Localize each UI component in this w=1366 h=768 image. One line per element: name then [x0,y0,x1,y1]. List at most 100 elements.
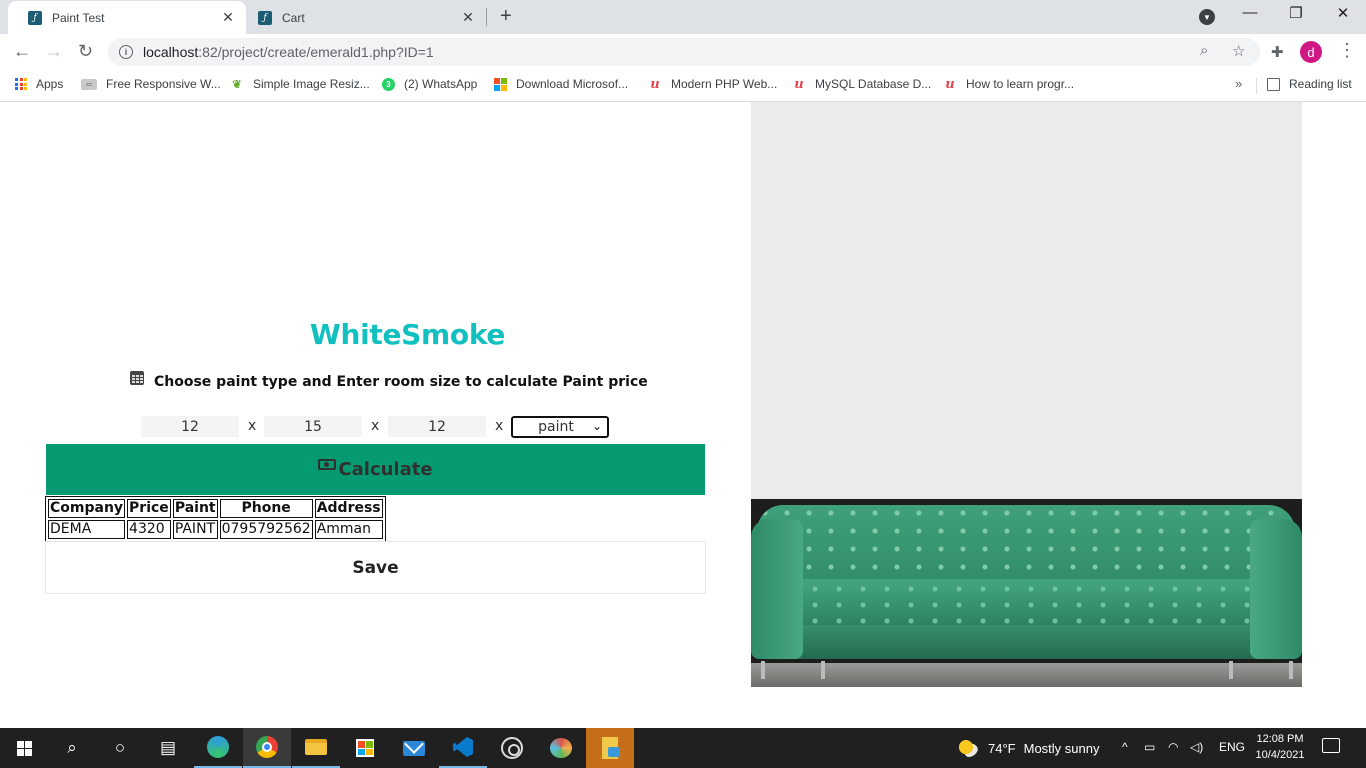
menu-kebab-icon[interactable]: ⋮ [1338,40,1356,61]
calculate-label: Calculate [338,459,433,480]
bookmark-apps[interactable]: Apps [15,77,63,91]
leaf-icon: ❦ [232,78,242,91]
table-cell: 0795792562 [219,520,313,539]
forward-arrow-icon[interactable]: → [45,42,63,60]
vscode-icon[interactable] [439,728,487,768]
url-host: localhost [143,44,199,60]
column-header: Paint [172,499,218,518]
room-length-input[interactable] [141,416,239,437]
windows-taskbar: ⌕ ○ ▤ 74°F Mostly sunny ^ ▭ ◠ ◁) ENG 12:… [0,728,1366,768]
system-clock[interactable]: 12:08 PM 10/4/2021 [1250,731,1310,763]
volume-icon[interactable]: ◁) [1190,740,1203,754]
tray-chevron-up-icon[interactable]: ^ [1122,740,1128,754]
tab-title: Cart [282,10,305,25]
bookmark-label: How to learn progr... [966,77,1075,91]
whatsapp-icon: 3 [382,77,395,91]
udemy-icon: u [794,76,804,92]
column-header: Phone [219,499,313,518]
responsive-site-icon: ▭ [81,78,97,90]
bookmark-mysql[interactable]: u MySQL Database D... [792,76,931,92]
room-width-input[interactable] [264,416,362,437]
calculate-button[interactable]: Calculate [46,444,705,495]
tab-search-dropdown-icon[interactable]: ▼ [1199,9,1215,25]
sofa-image [751,499,1302,687]
window-close-icon[interactable]: ✕ [1320,4,1366,22]
sofa-front [771,625,1282,659]
reading-list-icon [1267,77,1280,91]
tab-paint-test[interactable]: ƒ Paint Test ✕ [8,1,246,34]
bookmark-modern-php[interactable]: u Modern PHP Web... [648,77,777,92]
bookmark-microsoft[interactable]: Download Microsof... [494,77,628,91]
tab-divider [486,8,487,26]
paint-palette-icon[interactable] [537,728,585,768]
bookmark-learn-programming[interactable]: u How to learn progr... [943,76,1075,92]
sofa-arm-left [751,519,803,659]
reading-list-button[interactable]: Reading list [1267,77,1352,91]
bookmark-label: (2) WhatsApp [404,77,478,91]
bookmark-image-resizer[interactable]: ❦ Simple Image Resiz... [230,77,369,91]
language-indicator[interactable]: ENG [1219,740,1245,754]
bookmark-whatsapp[interactable]: 3 (2) WhatsApp [382,77,477,91]
partly-sunny-icon [958,739,978,757]
close-icon[interactable]: ✕ [220,9,236,26]
extensions-puzzle-icon[interactable]: ✚ [1271,43,1284,61]
edge-icon[interactable] [194,728,242,768]
room-preview [751,102,1302,687]
cortana-circle-icon[interactable]: ○ [96,728,144,768]
weather-widget[interactable]: 74°F Mostly sunny [958,739,1099,757]
chrome-icon[interactable] [243,728,291,768]
room-height-input[interactable] [388,416,486,437]
battery-icon[interactable]: ▭ [1144,740,1155,754]
reload-icon[interactable]: ↻ [78,42,93,60]
new-tab-button[interactable]: + [500,6,512,26]
restore-icon[interactable]: ❐ [1273,4,1319,22]
zoom-search-icon[interactable]: ⌕ [1200,42,1208,59]
weather-temp: 74°F [988,740,1016,756]
search-icon[interactable]: ⌕ [48,728,96,768]
chevron-down-icon: ⌄ [591,419,602,433]
bookmark-star-icon[interactable]: ☆ [1232,42,1245,60]
url-text: localhost:82/project/create/emerald1.php… [143,44,434,60]
color-name-heading: WhiteSmoke [309,318,506,351]
column-header: Company [48,499,126,518]
sofa-leg [1289,661,1293,679]
minimize-icon[interactable]: — [1227,4,1273,21]
wifi-icon[interactable]: ◠ [1168,740,1178,754]
weather-text: Mostly sunny [1023,740,1100,756]
table-cell: PAINT [172,520,218,539]
url-path: :82/project/create/emerald1.php?ID=1 [198,44,434,60]
times-sign: x [371,418,380,434]
obs-icon[interactable] [488,728,536,768]
close-icon[interactable]: ✕ [460,9,476,26]
tab-title: Paint Test [52,10,105,25]
money-bill-icon [318,459,337,470]
save-button[interactable]: Save [45,541,706,594]
site-info-icon[interactable]: i [119,45,133,59]
task-view-icon[interactable]: ▤ [144,728,192,768]
mail-icon[interactable] [390,728,438,768]
table-header-row: Company Price Paint Phone Address [48,499,383,518]
file-explorer-icon[interactable] [292,728,340,768]
clock-time: 12:08 PM [1256,733,1304,745]
browser-toolbar: ← → ↻ i localhost:82/project/create/emer… [0,34,1366,70]
bookmarks-divider [1256,78,1257,94]
back-arrow-icon[interactable]: ← [13,42,31,60]
instruction-label: Choose paint type and Enter room size to… [154,374,648,390]
xampp-icon[interactable] [586,728,634,768]
paint-type-select[interactable]: paint ⌄ [511,416,609,438]
profile-avatar[interactable]: d [1300,41,1322,63]
start-windows-icon[interactable] [0,728,48,768]
table-cell: Amman [314,520,383,539]
store-icon[interactable] [341,728,389,768]
times-sign: x [248,418,257,434]
more-bookmarks-chevron-icon[interactable]: » [1235,76,1242,91]
address-bar[interactable]: i localhost:82/project/create/emerald1.p… [108,38,1260,66]
bookmark-free-responsive[interactable]: ▭ Free Responsive W... [81,77,221,91]
bookmark-label: Free Responsive W... [106,77,221,91]
udemy-icon: u [945,76,955,92]
floor [751,663,1302,687]
page-content: WhiteSmoke Choose paint type and Enter r… [0,102,1366,728]
notification-icon[interactable] [1322,738,1340,753]
tab-cart[interactable]: ƒ Cart ✕ [238,1,486,34]
paint-type-selected: paint [538,419,574,435]
